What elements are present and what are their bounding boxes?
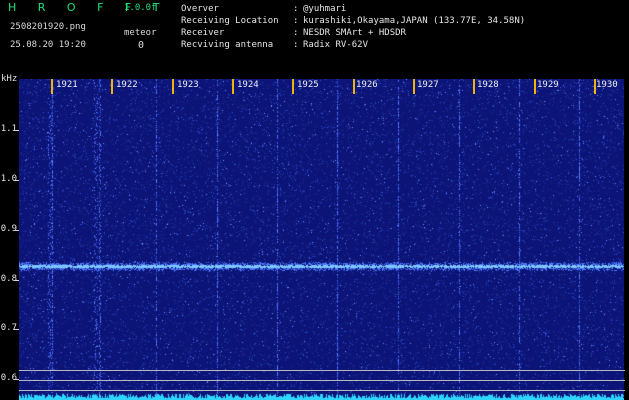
info-separator: : — [293, 16, 299, 26]
station-info: Overver : @yuhmari Receiving Location : … — [181, 3, 525, 51]
minute-marker — [111, 79, 113, 94]
x-tick-label: 1929 — [537, 80, 559, 90]
x-tick-label: 1921 — [56, 80, 78, 90]
minute-marker — [172, 79, 174, 94]
minute-marker — [232, 79, 234, 94]
x-tick-label: 1922 — [116, 80, 138, 90]
info-row-location: Receiving Location : kurashiki,Okayama,J… — [181, 15, 525, 27]
spectrogram-noise — [19, 79, 624, 400]
y-tick-label: 0.7 — [0, 323, 17, 333]
y-tick-label: 1.0 — [0, 174, 17, 184]
y-tick-label: 0.9 — [0, 224, 17, 234]
y-tick — [14, 180, 19, 181]
minute-marker — [473, 79, 475, 94]
info-row-antenna: Recviving antenna : Radix RV-62V — [181, 39, 525, 51]
minute-marker — [292, 79, 294, 94]
y-tick — [14, 280, 19, 281]
info-key: Receiver — [181, 28, 225, 38]
info-separator: : — [293, 4, 299, 14]
x-tick-label: 1928 — [477, 80, 499, 90]
spectrogram — [19, 79, 624, 400]
x-tick-label: 1927 — [417, 80, 439, 90]
x-tick-label: 1923 — [177, 80, 199, 90]
minute-marker — [353, 79, 355, 94]
y-tick — [14, 230, 19, 231]
y-axis-unit: kHz — [1, 74, 18, 84]
info-value: NESDR SMArt + HDSDR — [303, 28, 406, 38]
reference-line — [19, 380, 625, 381]
y-tick-label: 0.8 — [0, 274, 17, 284]
y-tick — [14, 130, 19, 131]
info-key: Overver — [181, 4, 219, 14]
minute-marker — [51, 79, 53, 94]
x-tick-label: 1926 — [356, 80, 378, 90]
meteor-count: 0 — [138, 40, 145, 51]
y-tick — [14, 329, 19, 330]
meteor-label: meteor — [124, 28, 157, 38]
minute-marker — [413, 79, 415, 94]
info-key: Receiving Location — [181, 16, 279, 26]
x-tick-label: 1924 — [237, 80, 259, 90]
reference-line — [19, 370, 625, 371]
x-tick-label: 1925 — [297, 80, 319, 90]
info-value: Radix RV-62V — [303, 40, 369, 50]
reference-line — [19, 390, 625, 391]
info-row-receiver: Receiver : NESDR SMArt + HDSDR — [181, 27, 525, 39]
y-tick-label: 1.1 — [0, 124, 17, 134]
image-filename: 2508201920.png — [10, 22, 86, 32]
info-value: kurashiki,Okayama,JAPAN (133.77E, 34.58N… — [303, 16, 526, 26]
info-key: Recviving antenna — [181, 40, 274, 50]
capture-datetime: 25.08.20 19:20 — [10, 40, 86, 50]
info-value: @yuhmari — [303, 4, 347, 14]
minute-marker — [534, 79, 536, 94]
info-separator: : — [293, 40, 299, 50]
x-tick-label: 1930 — [596, 80, 618, 90]
y-tick-label: 0.6 — [0, 373, 17, 383]
info-row-observer: Overver : @yuhmari — [181, 3, 525, 15]
app-version: 1.0.0f — [124, 3, 157, 13]
y-tick — [14, 379, 19, 380]
info-separator: : — [293, 28, 299, 38]
